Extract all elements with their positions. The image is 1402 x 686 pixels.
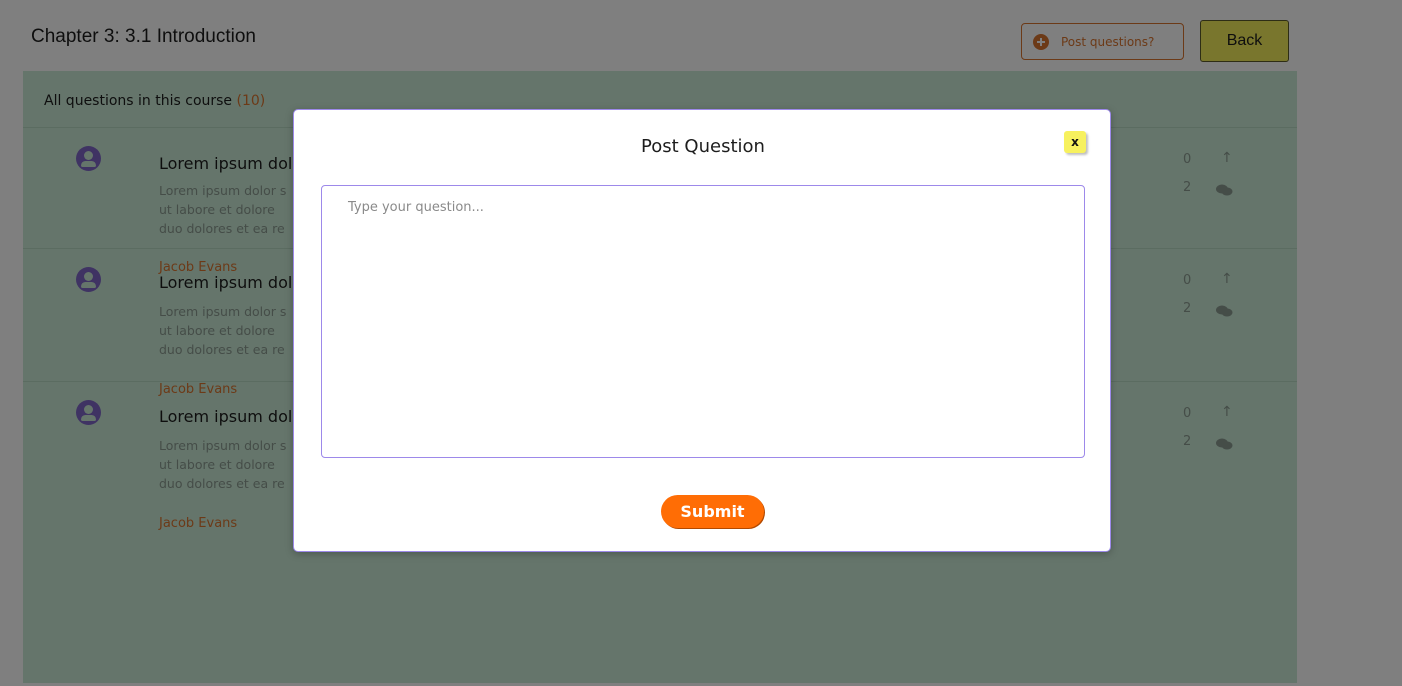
- modal-title: Post Question: [641, 136, 765, 157]
- question-input[interactable]: [321, 185, 1085, 458]
- post-question-modal: Post Question x Submit: [293, 109, 1111, 552]
- submit-button[interactable]: Submit: [661, 495, 764, 528]
- close-button[interactable]: x: [1064, 131, 1086, 153]
